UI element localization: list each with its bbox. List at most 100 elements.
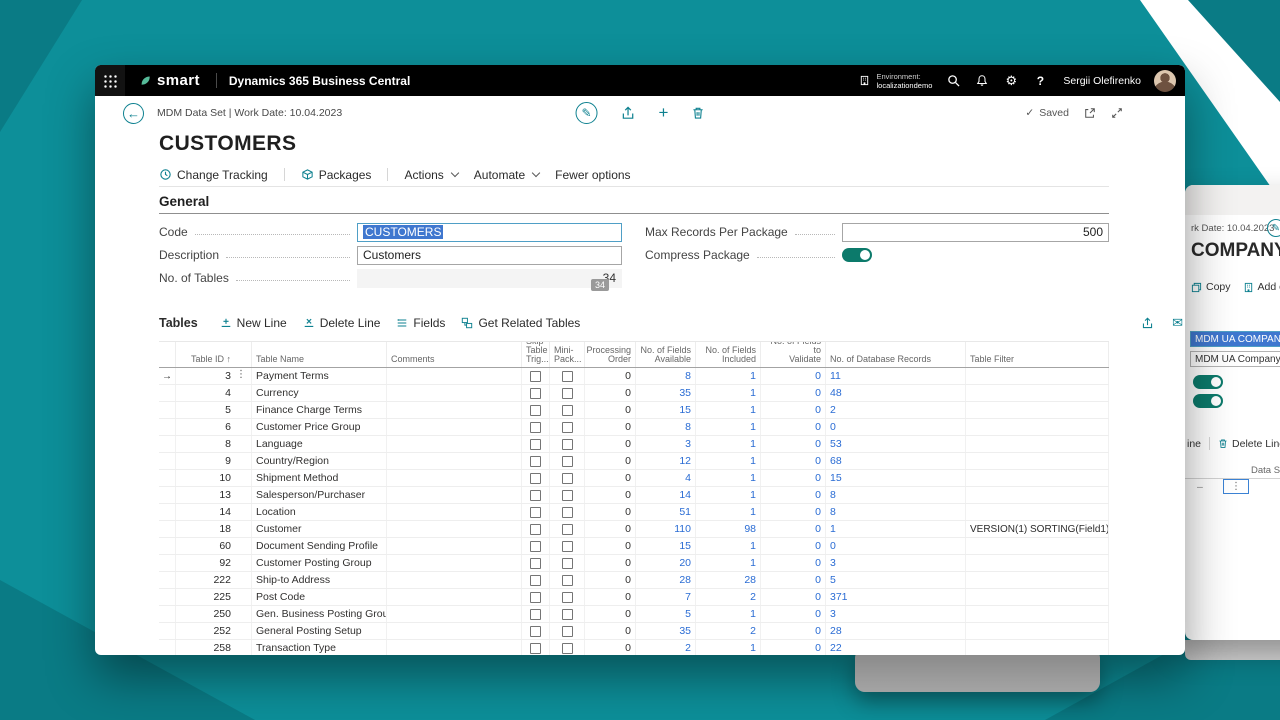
back-button[interactable]: ←: [123, 102, 144, 124]
cell-table-id[interactable]: 225: [176, 589, 252, 605]
copy-button[interactable]: Copy: [1191, 281, 1231, 293]
col-table-name[interactable]: Table Name: [252, 342, 387, 367]
cell-skip-trigger[interactable]: [522, 487, 550, 503]
cell-table-name[interactable]: Shipment Method: [252, 470, 387, 486]
table-row[interactable]: 8 Language 0 3 1 0 53: [159, 436, 1109, 453]
row-marker[interactable]: [159, 436, 176, 452]
new-button[interactable]: +: [659, 103, 669, 123]
checkbox[interactable]: [561, 455, 573, 467]
cell-mini-package[interactable]: [550, 640, 585, 655]
edit-toggle-button[interactable]: ✎: [575, 102, 598, 124]
cell-table-id[interactable]: 9: [176, 453, 252, 469]
cell-comments[interactable]: [387, 436, 522, 452]
col-skip-trigger[interactable]: Skip Table Trig...: [522, 342, 550, 367]
cell-fields-available[interactable]: 8: [636, 419, 696, 435]
cell-fields-included[interactable]: 1: [696, 504, 761, 520]
cell-fields-included[interactable]: 1: [696, 606, 761, 622]
checkbox[interactable]: [561, 404, 573, 416]
cell-fields-available[interactable]: 14: [636, 487, 696, 503]
row-marker[interactable]: [159, 640, 176, 655]
table-row[interactable]: 13 Salesperson/Purchaser 0 14 1 0 8: [159, 487, 1109, 504]
cell-fields-included[interactable]: 1: [696, 555, 761, 571]
packages-button[interactable]: Packages: [301, 168, 371, 182]
change-tracking-button[interactable]: Change Tracking: [159, 168, 268, 182]
row-marker[interactable]: →: [159, 368, 176, 384]
cell-fields-available[interactable]: 12: [636, 453, 696, 469]
cell-fields-to-validate[interactable]: 0: [761, 487, 826, 503]
cell-mini-package[interactable]: [550, 419, 585, 435]
checkbox[interactable]: [561, 540, 573, 552]
checkbox[interactable]: [561, 489, 573, 501]
code-input[interactable]: CUSTOMERS: [357, 222, 622, 242]
cell-mini-package[interactable]: [550, 487, 585, 503]
table-row[interactable]: 14 Location 0 51 1 0 8: [159, 504, 1109, 521]
cell-fields-to-validate[interactable]: 0: [761, 623, 826, 639]
cell-comments[interactable]: [387, 640, 522, 655]
cell-fields-to-validate[interactable]: 0: [761, 402, 826, 418]
cell-processing-order[interactable]: 0: [585, 589, 636, 605]
table-row[interactable]: 18 Customer 0 110 98 0 1 VERSION(1) SORTING(Fie…: [159, 521, 1109, 538]
row-marker[interactable]: [159, 572, 176, 588]
cell-mini-package[interactable]: [550, 606, 585, 622]
cell-mini-package[interactable]: [550, 538, 585, 554]
cell-mini-package[interactable]: [550, 504, 585, 520]
cell-mini-package[interactable]: [550, 572, 585, 588]
cell-db-records[interactable]: 53: [826, 436, 966, 452]
cell-fields-to-validate[interactable]: 0: [761, 504, 826, 520]
edit-button[interactable]: ✎: [1267, 219, 1280, 237]
cell-fields-to-validate[interactable]: 0: [761, 521, 826, 537]
cell-table-name[interactable]: Currency: [252, 385, 387, 401]
cell-fields-included[interactable]: 1: [696, 436, 761, 452]
col-table-id[interactable]: Table ID ↑: [176, 342, 252, 367]
cell-table-filter[interactable]: [966, 368, 1109, 384]
cell-fields-included[interactable]: 1: [696, 470, 761, 486]
checkbox[interactable]: [530, 625, 541, 637]
cell-table-filter[interactable]: [966, 470, 1109, 486]
cell-fields-to-validate[interactable]: 0: [761, 419, 826, 435]
cell-fields-to-validate[interactable]: 0: [761, 572, 826, 588]
cell-fields-available[interactable]: 20: [636, 555, 696, 571]
table-row[interactable]: 6 Customer Price Group 0 8 1 0 0: [159, 419, 1109, 436]
row-marker[interactable]: [159, 385, 176, 401]
cell-db-records[interactable]: 68: [826, 453, 966, 469]
checkbox[interactable]: [561, 523, 573, 535]
row-marker[interactable]: [159, 419, 176, 435]
new-line-button[interactable]: New Line: [220, 316, 287, 330]
cell-mini-package[interactable]: [550, 436, 585, 452]
row-marker[interactable]: [159, 487, 176, 503]
cell-fields-to-validate[interactable]: 0: [761, 368, 826, 384]
company-name-field[interactable]: MDM UA Company 1: [1190, 351, 1280, 367]
cell-processing-order[interactable]: 0: [585, 436, 636, 452]
checkbox[interactable]: [561, 642, 573, 654]
cell-skip-trigger[interactable]: [522, 419, 550, 435]
cell-table-filter[interactable]: [966, 589, 1109, 605]
cell-table-name[interactable]: Transaction Type: [252, 640, 387, 655]
table-row[interactable]: 60 Document Sending Profile 0 15 1 0 0: [159, 538, 1109, 555]
cell-db-records[interactable]: 2: [826, 402, 966, 418]
table-row[interactable]: 9 Country/Region 0 12 1 0 68: [159, 453, 1109, 470]
cell-table-id[interactable]: 8: [176, 436, 252, 452]
cell-db-records[interactable]: 0: [826, 538, 966, 554]
cell-db-records[interactable]: 371: [826, 589, 966, 605]
share-grid-button[interactable]: [1141, 316, 1154, 330]
secondary-toggle-1[interactable]: [1193, 375, 1223, 389]
row-marker[interactable]: [159, 623, 176, 639]
table-row[interactable]: 252 General Posting Setup 0 35 2 0 28: [159, 623, 1109, 640]
popout-button[interactable]: [1084, 107, 1096, 119]
cell-table-filter[interactable]: [966, 640, 1109, 655]
checkbox[interactable]: [561, 625, 573, 637]
cell-comments[interactable]: [387, 470, 522, 486]
col-fields-included[interactable]: No. of Fields Included: [696, 342, 761, 367]
cell-fields-to-validate[interactable]: 0: [761, 436, 826, 452]
row-marker[interactable]: [159, 402, 176, 418]
cell-table-filter[interactable]: [966, 606, 1109, 622]
checkbox[interactable]: [530, 523, 541, 535]
cell-fields-available[interactable]: 5: [636, 606, 696, 622]
cell-processing-order[interactable]: 0: [585, 606, 636, 622]
checkbox[interactable]: [530, 557, 541, 569]
table-row[interactable]: 4 Currency 0 35 1 0 48: [159, 385, 1109, 402]
cell-processing-order[interactable]: 0: [585, 470, 636, 486]
cell-table-id[interactable]: 250: [176, 606, 252, 622]
cell-table-id[interactable]: 4: [176, 385, 252, 401]
cell-fields-to-validate[interactable]: 0: [761, 385, 826, 401]
